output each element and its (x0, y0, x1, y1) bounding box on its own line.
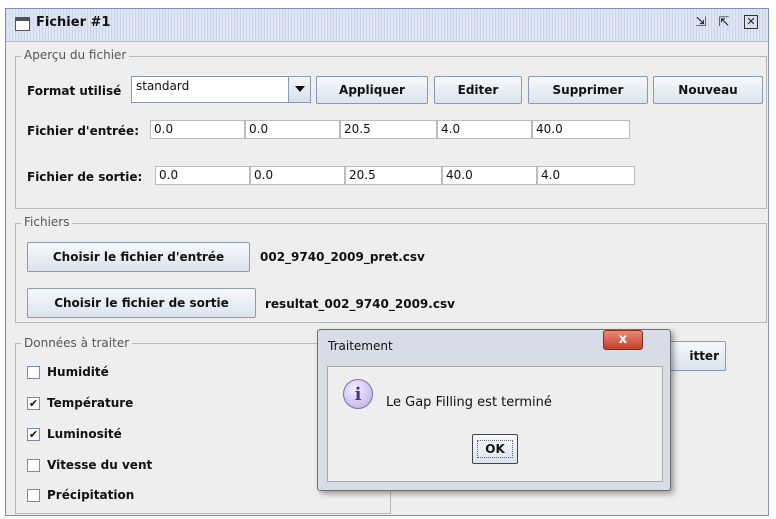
humidite-checkbox[interactable] (27, 366, 40, 379)
input-file-name: 002_9740_2009_pret.csv (260, 250, 425, 264)
output-field[interactable]: 0.0 (155, 166, 250, 185)
nouveau-button[interactable]: Nouveau (653, 76, 763, 104)
info-icon: i (343, 379, 373, 409)
dialog-title: Traitement (328, 339, 393, 353)
input-format-label: Fichier d'entrée: (27, 124, 139, 138)
choose-output-file-button[interactable]: Choisir le fichier de sortie (27, 288, 256, 318)
precipitation-label: Précipitation (47, 488, 135, 502)
ok-button[interactable]: OK (472, 434, 518, 464)
luminosite-checkbox[interactable]: ✔ (27, 428, 40, 441)
close-icon[interactable]: ✕ (744, 15, 758, 29)
chevron-down-icon[interactable] (288, 77, 310, 102)
temperature-checkbox[interactable]: ✔ (27, 397, 40, 410)
input-field[interactable]: 0.0 (245, 120, 340, 139)
humidite-label: Humidité (47, 365, 109, 379)
dialog-close-button[interactable]: x (603, 330, 643, 350)
format-label: Format utilisé (27, 84, 122, 98)
luminosite-label: Luminosité (47, 427, 122, 441)
temperature-label: Température (47, 396, 134, 410)
window-icon (15, 17, 30, 31)
apercu-legend: Aperçu du fichier (21, 48, 130, 62)
vitesse-vent-checkbox[interactable] (27, 459, 40, 472)
vitesse-vent-label: Vitesse du vent (47, 458, 153, 472)
input-field[interactable]: 0.0 (150, 120, 245, 139)
donnees-legend: Données à traiter (21, 336, 133, 350)
output-file-name: resultat_002_9740_2009.csv (265, 297, 455, 311)
format-combo-value: standard (136, 79, 190, 93)
title-bar[interactable] (6, 9, 768, 42)
input-field[interactable]: 4.0 (437, 120, 532, 139)
choose-input-file-button[interactable]: Choisir le fichier d'entrée (27, 242, 250, 272)
input-field[interactable]: 20.5 (340, 120, 437, 139)
output-field[interactable]: 4.0 (537, 166, 635, 185)
editer-button[interactable]: Editer (434, 76, 522, 104)
output-field[interactable]: 0.0 (250, 166, 345, 185)
output-field[interactable]: 40.0 (442, 166, 537, 185)
output-field[interactable]: 20.5 (345, 166, 442, 185)
dialog-body (327, 366, 663, 482)
precipitation-checkbox[interactable] (27, 489, 40, 502)
appliquer-button[interactable]: Appliquer (316, 76, 428, 104)
window-title: Fichier #1 (36, 15, 111, 30)
supprimer-button[interactable]: Supprimer (528, 76, 648, 104)
fichiers-legend: Fichiers (21, 215, 73, 229)
restore-down-icon[interactable]: ⇲ (693, 15, 709, 31)
dialog-message: Le Gap Filling est terminé (386, 395, 552, 410)
input-field[interactable]: 40.0 (532, 120, 630, 139)
output-format-label: Fichier de sortie: (27, 170, 143, 184)
format-combo[interactable]: standard (131, 76, 311, 103)
maximize-icon[interactable]: ⇱ (716, 15, 732, 31)
